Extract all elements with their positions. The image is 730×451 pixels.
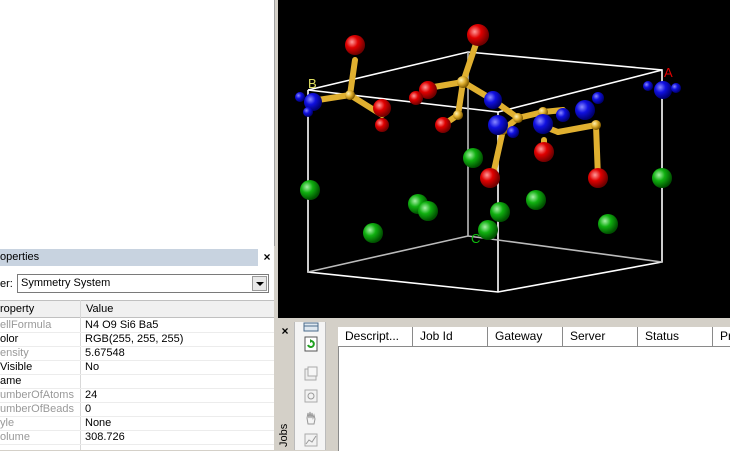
bonds <box>315 35 601 181</box>
barium-atoms <box>300 148 672 243</box>
property-row[interactable]: ellFormula N4 O9 Si6 Ba5 <box>0 318 274 333</box>
jobs-table-header: Descript... Job Id Gateway Server Status… <box>338 327 730 347</box>
property-value[interactable]: None <box>85 416 111 430</box>
column-header-property[interactable]: roperty <box>0 301 34 317</box>
property-key: ellFormula <box>0 319 52 331</box>
property-row[interactable]: Visible No <box>0 360 274 375</box>
filter-value: Symmetry System <box>21 277 111 289</box>
property-key: olume <box>0 431 30 443</box>
properties-title: operties <box>0 249 258 266</box>
jobs-close-button[interactable]: × <box>279 324 291 338</box>
chart-icon[interactable] <box>303 432 319 448</box>
column-header-value[interactable]: Value <box>86 301 113 317</box>
property-key: ensity <box>0 347 29 359</box>
explorer-pane <box>0 0 275 246</box>
property-value[interactable]: 24 <box>85 388 97 402</box>
column-header-status[interactable]: Status <box>638 327 713 346</box>
property-value[interactable]: 5.67548 <box>85 346 125 360</box>
column-header-job-id[interactable]: Job Id <box>413 327 488 346</box>
property-key: yle <box>0 417 15 429</box>
filter-dropdown[interactable]: Symmetry System <box>17 274 269 293</box>
column-header-gateway[interactable]: Gateway <box>488 327 563 346</box>
filter-label: er: <box>0 278 13 290</box>
property-row[interactable]: yle None <box>0 416 274 431</box>
jobs-toolbar <box>294 322 326 450</box>
property-row[interactable]: ame <box>0 374 274 389</box>
jobs-tab[interactable]: Jobs <box>278 424 292 447</box>
properties-close-button[interactable]: × <box>261 249 273 266</box>
property-value[interactable]: 0 <box>85 402 91 416</box>
property-value[interactable]: N4 O9 Si6 Ba5 <box>85 318 158 332</box>
crystal-structure-render[interactable]: B A C <box>278 0 730 318</box>
axis-label-a: A <box>664 65 673 80</box>
axis-label-c: C <box>471 231 480 246</box>
property-key: umberOfAtoms <box>0 389 74 401</box>
property-row[interactable]: umberOfAtoms 24 <box>0 388 274 403</box>
property-key: umberOfBeads <box>0 403 74 415</box>
property-key: ame <box>0 375 22 387</box>
chevron-down-icon[interactable] <box>252 276 267 291</box>
property-key: Visible <box>0 361 33 373</box>
job-properties-icon[interactable] <box>303 366 319 382</box>
axis-label-b: B <box>308 76 317 91</box>
column-header-description[interactable]: Descript... <box>338 327 413 346</box>
property-row[interactable]: ensity 5.67548 <box>0 346 274 361</box>
property-value[interactable]: RGB(255, 255, 255) <box>85 332 183 346</box>
job-settings-icon[interactable] <box>303 388 319 404</box>
property-value[interactable]: 308.726 <box>85 430 125 444</box>
property-row[interactable]: olor RGB(255, 255, 255) <box>0 332 274 347</box>
splitter[interactable] <box>274 318 730 322</box>
properties-grid-header: roperty Value <box>0 300 274 318</box>
hand-icon[interactable] <box>303 410 319 426</box>
property-value[interactable]: No <box>85 360 99 374</box>
structure-viewer[interactable]: B A C <box>278 0 730 318</box>
property-row[interactable]: umberOfBeads 0 <box>0 402 274 417</box>
grid-icon[interactable] <box>303 322 319 332</box>
column-header-priority[interactable]: Pr <box>713 327 730 346</box>
property-row[interactable]: olume 308.726 <box>0 430 274 445</box>
column-header-server[interactable]: Server <box>563 327 638 346</box>
refresh-icon[interactable] <box>303 336 319 352</box>
property-key: olor <box>0 333 19 345</box>
